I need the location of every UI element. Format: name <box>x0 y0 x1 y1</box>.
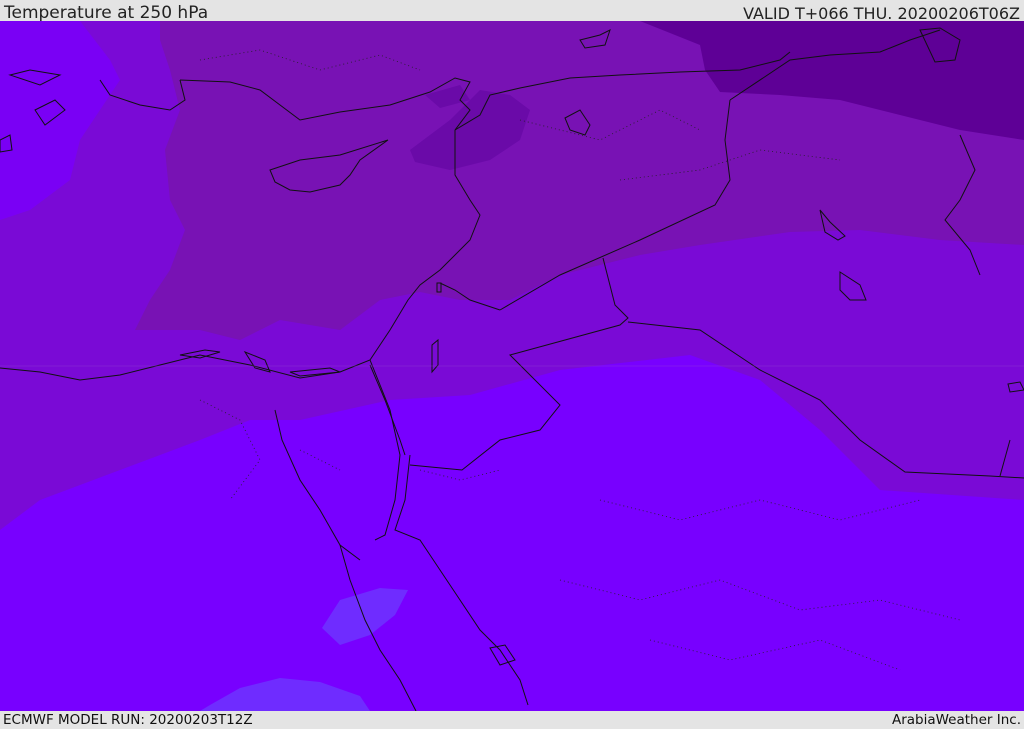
temperature-map[interactable] <box>0 21 1024 711</box>
map-canvas <box>0 21 1024 711</box>
footer-bar: ECMWF MODEL RUN: 20200203T12Z ArabiaWeat… <box>0 711 1024 729</box>
model-run: ECMWF MODEL RUN: 20200203T12Z <box>3 712 253 728</box>
credit-label: ArabiaWeather Inc. <box>891 712 1021 728</box>
header-bar: Temperature at 250 hPa VALID T+066 THU. … <box>0 0 1024 23</box>
